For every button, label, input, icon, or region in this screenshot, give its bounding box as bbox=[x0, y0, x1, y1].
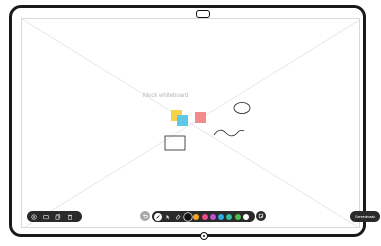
camera-icon bbox=[196, 10, 210, 18]
color-swatch-8[interactable] bbox=[243, 213, 250, 220]
whiteboard-label: Mock whiteboard bbox=[143, 93, 189, 99]
device-frame: Mock whiteboard Gereedmaak bbox=[0, 0, 381, 246]
copy-icon[interactable] bbox=[55, 213, 61, 220]
home-button[interactable] bbox=[200, 232, 208, 240]
new-page-icon[interactable] bbox=[31, 213, 37, 220]
whiteboard-canvas[interactable]: Mock whiteboard bbox=[21, 18, 360, 228]
file-toolbar bbox=[27, 211, 82, 222]
undo-button[interactable] bbox=[140, 211, 150, 221]
color-swatch-2[interactable] bbox=[193, 213, 200, 220]
selection-icon[interactable] bbox=[164, 213, 172, 221]
undo-icon bbox=[142, 214, 148, 219]
color-swatch-6[interactable] bbox=[226, 213, 233, 220]
sticky-note-pink[interactable] bbox=[195, 112, 206, 123]
sticky-note-blue[interactable] bbox=[177, 115, 188, 126]
sticky-note-button[interactable] bbox=[256, 211, 266, 221]
sticky-note-icon bbox=[258, 213, 264, 219]
color-palette bbox=[185, 213, 250, 220]
eraser-icon[interactable] bbox=[174, 213, 182, 221]
finish-button[interactable]: Gereedmaak bbox=[350, 211, 380, 222]
placeholder-cross-lines bbox=[22, 19, 359, 227]
drawing-toolbar bbox=[152, 211, 255, 222]
color-swatch-4[interactable] bbox=[209, 213, 216, 220]
color-swatch-7[interactable] bbox=[234, 213, 241, 220]
pen-icon[interactable] bbox=[154, 212, 162, 221]
color-swatch-3[interactable] bbox=[201, 213, 208, 220]
delete-icon[interactable] bbox=[67, 214, 73, 220]
color-swatch-1[interactable] bbox=[185, 213, 191, 220]
color-swatch-5[interactable] bbox=[218, 213, 225, 220]
pages-icon[interactable] bbox=[43, 214, 49, 220]
